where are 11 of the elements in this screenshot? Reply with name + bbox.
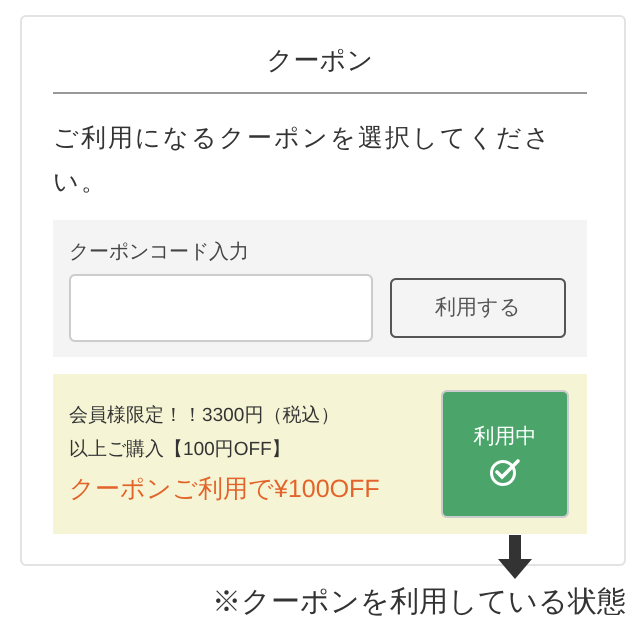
coupon-code-field[interactable] [69,274,373,342]
dialog-title: クーポン [53,42,587,94]
discount-text: クーポンご利用で¥100OFF [69,474,380,505]
field-label: クーポンコード入力 [69,240,250,265]
note-text: ※クーポンを利用している状態 [212,585,626,620]
check-circle-icon [489,456,521,487]
coupon-description: 以上ご購入【100円OFF】 [69,438,292,462]
instruction-text: ご利用になるクーポンを選択してください。 [53,123,553,198]
coupon-description: 会員様限定！！3300円（税込） [69,404,340,428]
apply-button[interactable]: 利用する [390,278,566,338]
down-arrow-icon [498,535,532,579]
